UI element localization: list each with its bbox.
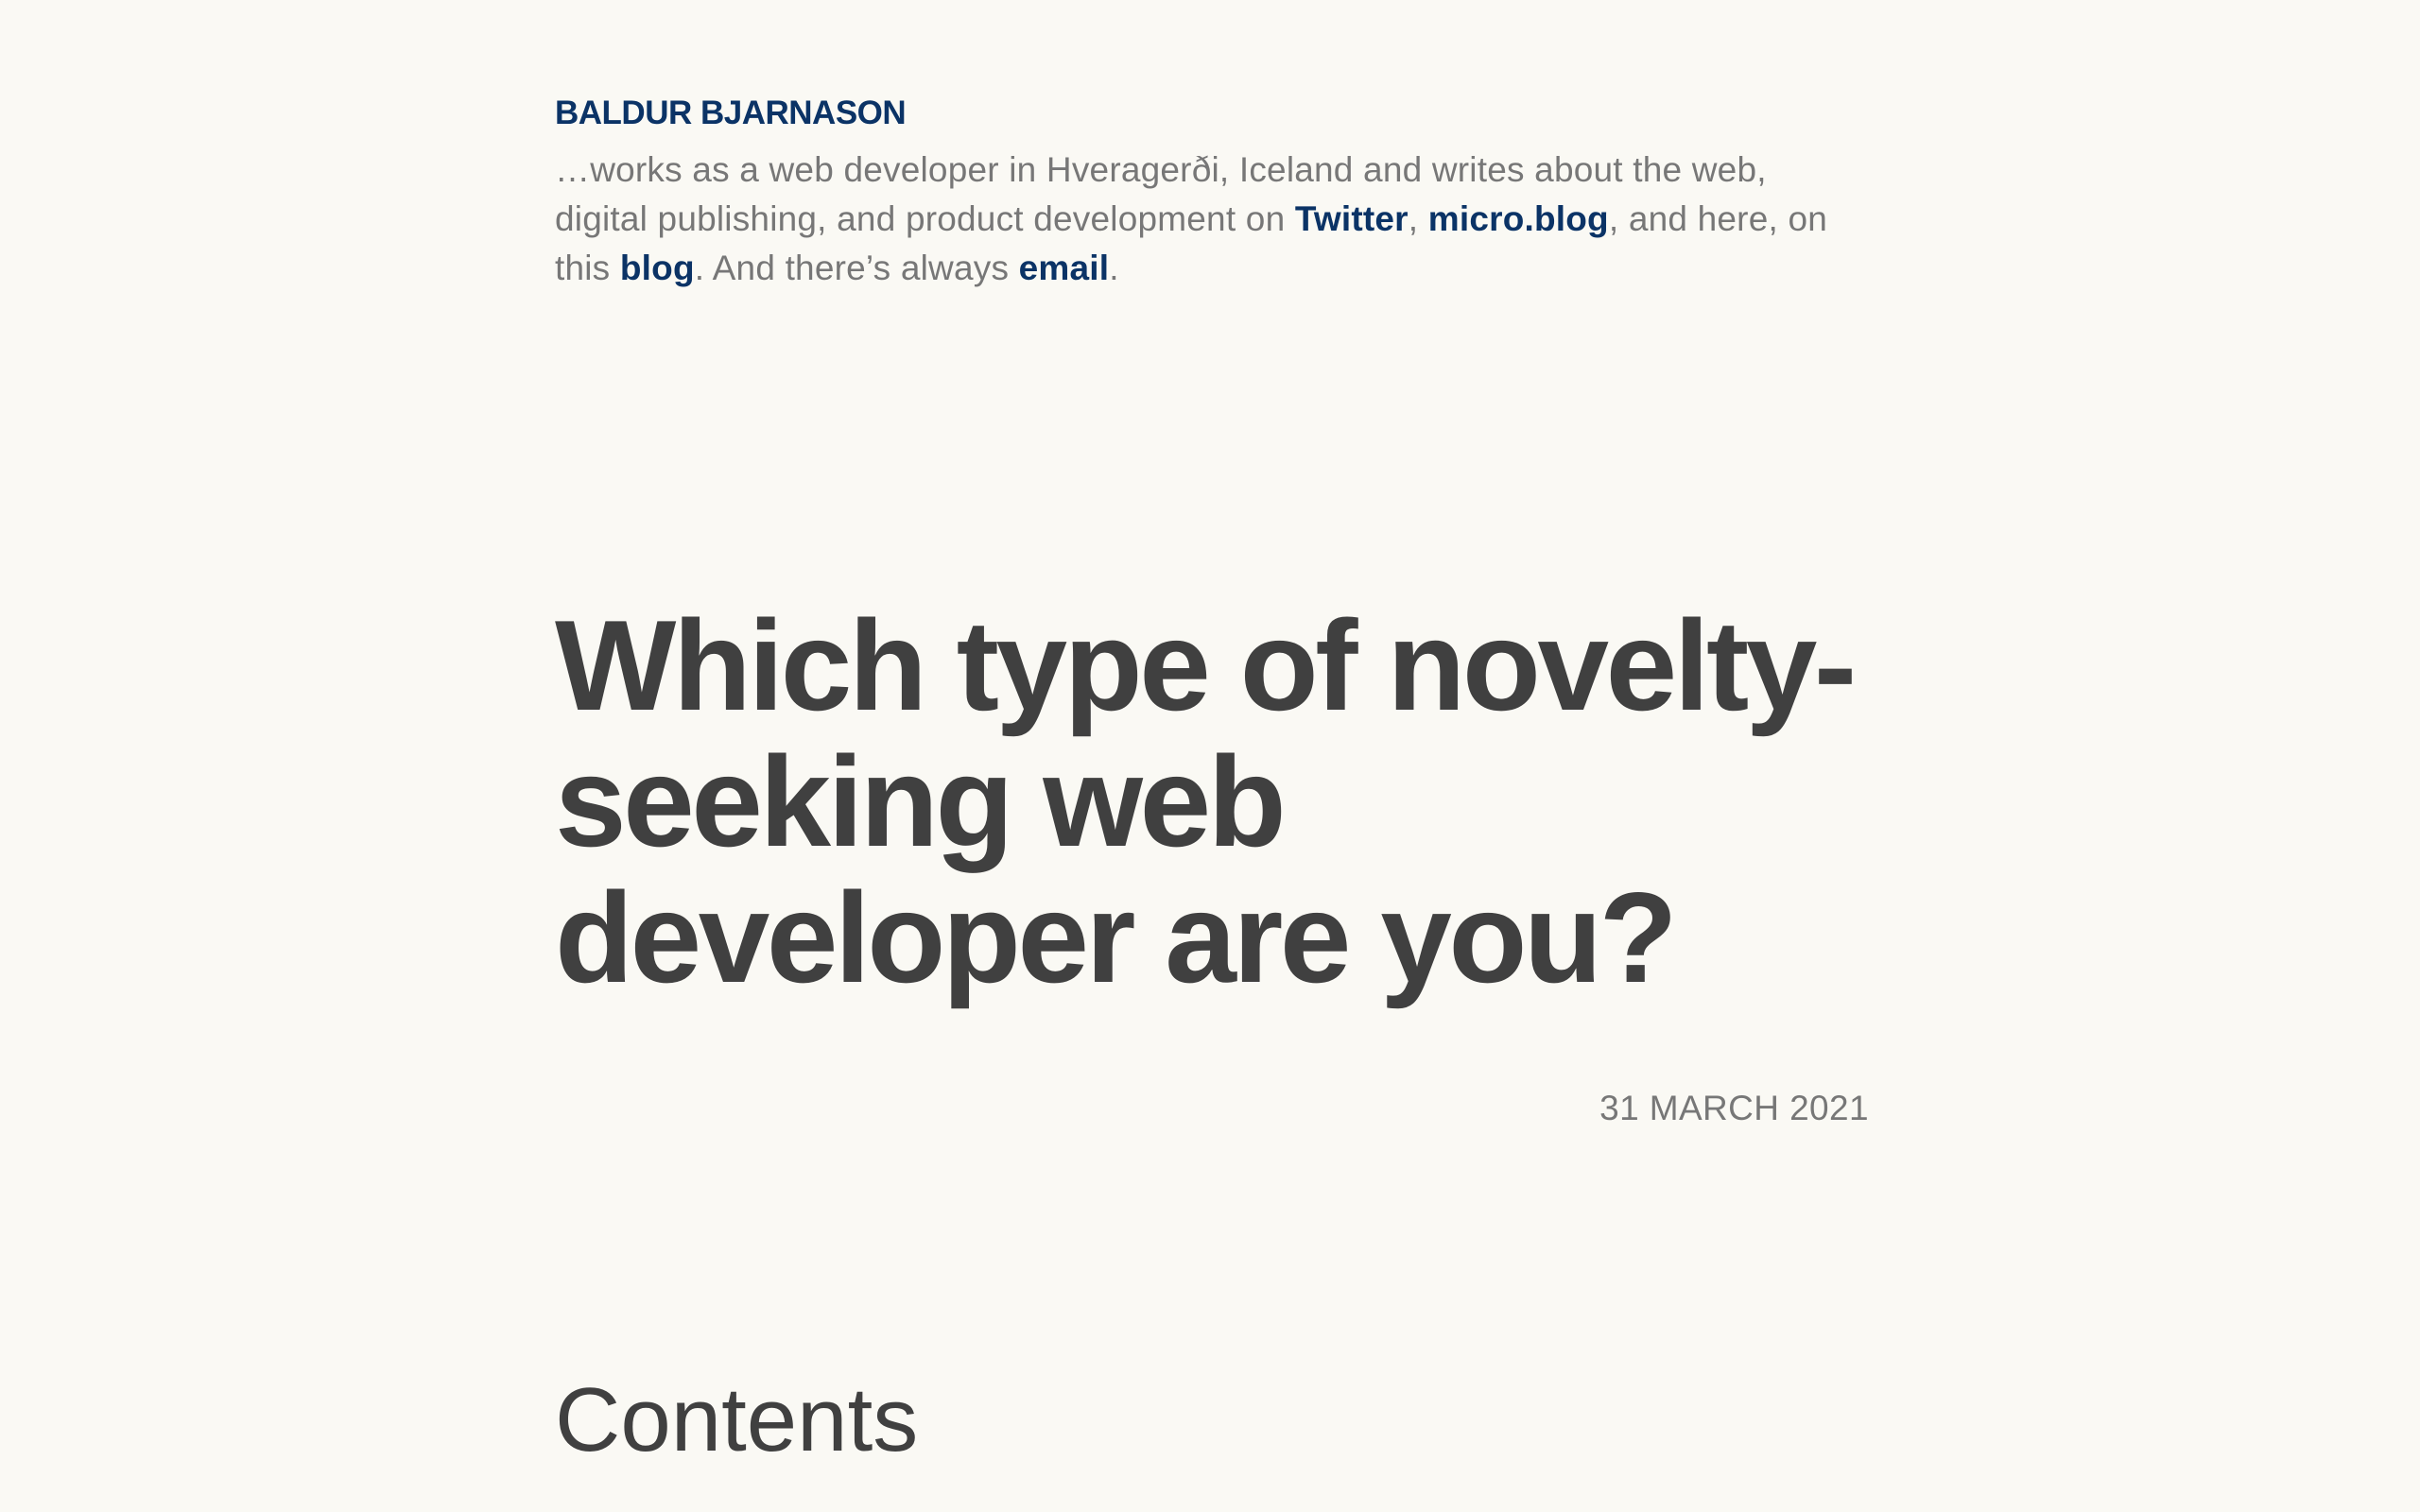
site-name[interactable]: BALDUR BJARNASON xyxy=(555,93,907,134)
page: BALDUR BJARNASON …works as a web develop… xyxy=(0,0,2420,1512)
post-title: Which type of novelty-seeking web develo… xyxy=(555,593,1857,1009)
microblog-link[interactable]: micro.blog xyxy=(1428,199,1609,238)
blog-link[interactable]: blog xyxy=(620,249,695,287)
email-link[interactable]: email xyxy=(1019,249,1110,287)
bio-text-2: , xyxy=(1408,199,1428,238)
contents-heading: Contents xyxy=(555,1369,919,1470)
twitter-link[interactable]: Twitter xyxy=(1295,199,1409,238)
bio-text-5: . xyxy=(1109,249,1119,287)
bio-text-4: . And there’s always xyxy=(694,249,1019,287)
post-date: 31 MARCH 2021 xyxy=(1599,1089,1869,1127)
author-bio: …works as a web developer in Hveragerði,… xyxy=(555,146,1869,293)
